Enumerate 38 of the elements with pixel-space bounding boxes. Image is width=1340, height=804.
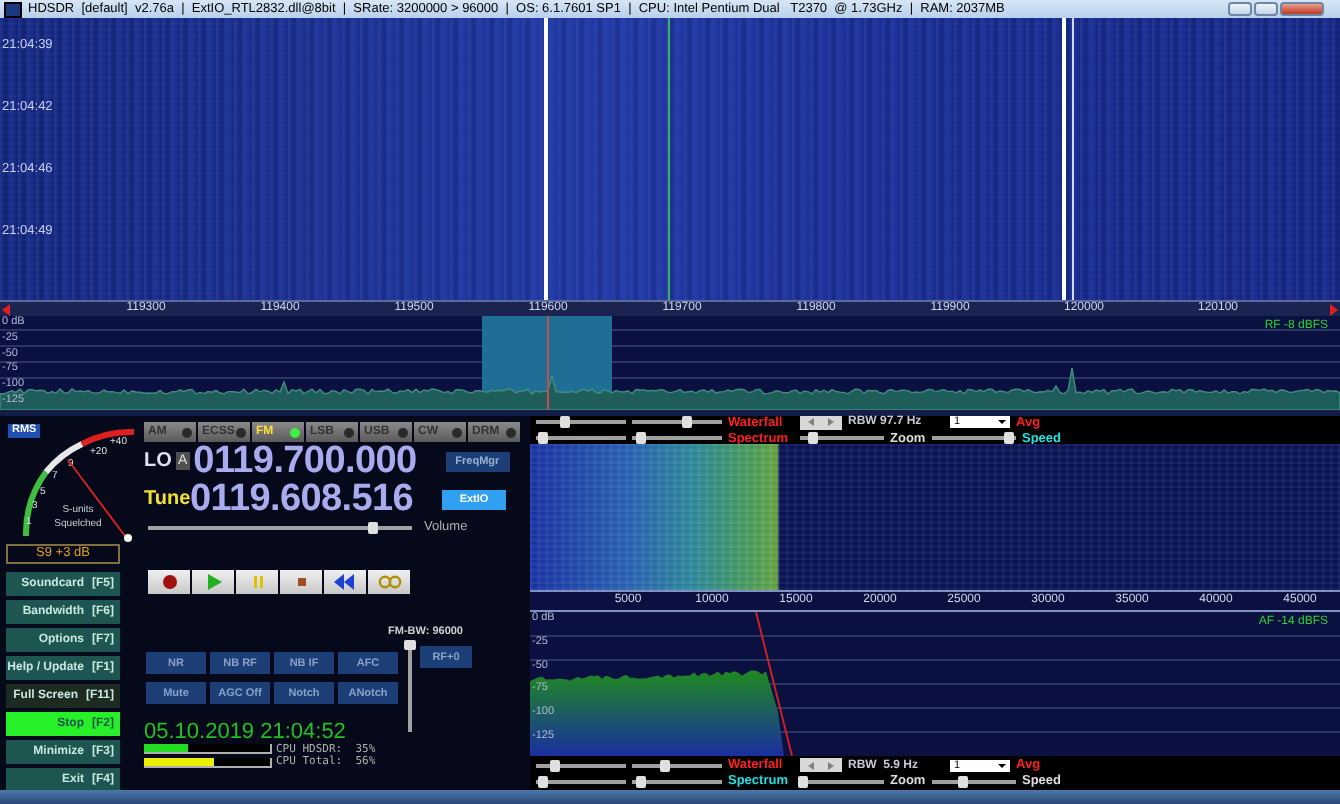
- needle-pivot: [124, 534, 132, 542]
- transport-button[interactable]: [148, 570, 190, 594]
- slider-thumb[interactable]: [808, 432, 819, 444]
- transport-button[interactable]: [324, 570, 366, 594]
- slider-thumb[interactable]: [636, 775, 647, 787]
- slider-thumb[interactable]: [550, 759, 560, 771]
- filter-edge-marker: [755, 612, 793, 756]
- slider-thumb[interactable]: [1003, 432, 1014, 444]
- slider-thumb[interactable]: [404, 640, 416, 651]
- app-icon: [4, 1, 22, 17]
- left-arrow-icon[interactable]: [808, 418, 814, 426]
- slider-thumb[interactable]: [368, 521, 379, 533]
- slider-thumb[interactable]: [636, 432, 647, 444]
- slider-thumb[interactable]: [797, 775, 808, 787]
- slider-thumb[interactable]: [538, 775, 549, 787]
- date-time: 05.10.2019 21:04:52: [144, 720, 348, 744]
- maximize-icon[interactable]: [1254, 2, 1278, 16]
- slider-thumb[interactable]: [682, 416, 692, 428]
- slider-thumb[interactable]: [957, 775, 968, 787]
- tuning-marker: [547, 316, 549, 410]
- right-arrow-icon[interactable]: [828, 761, 834, 769]
- left-arrow-icon[interactable]: [808, 761, 814, 769]
- caret-icon: [998, 420, 1006, 424]
- frequency-display[interactable]: 0119.608.516: [190, 477, 442, 521]
- transport-button[interactable]: [280, 570, 322, 594]
- frequency-label: Tune: [144, 488, 190, 510]
- frequency-label: LO: [144, 450, 174, 472]
- slider-thumb[interactable]: [559, 416, 569, 428]
- slider-thumb[interactable]: [538, 432, 549, 444]
- frequency-display[interactable]: 0119.700.000: [193, 439, 446, 483]
- rewind-icon: [333, 574, 357, 590]
- caret-icon: [998, 763, 1006, 767]
- s-meter-scale: [23, 429, 135, 537]
- slider-thumb[interactable]: [659, 759, 670, 771]
- right-arrow-icon[interactable]: [828, 418, 834, 426]
- loop-icon: [377, 574, 401, 590]
- minimize-icon[interactable]: [1228, 2, 1252, 16]
- record-icon: [157, 574, 181, 590]
